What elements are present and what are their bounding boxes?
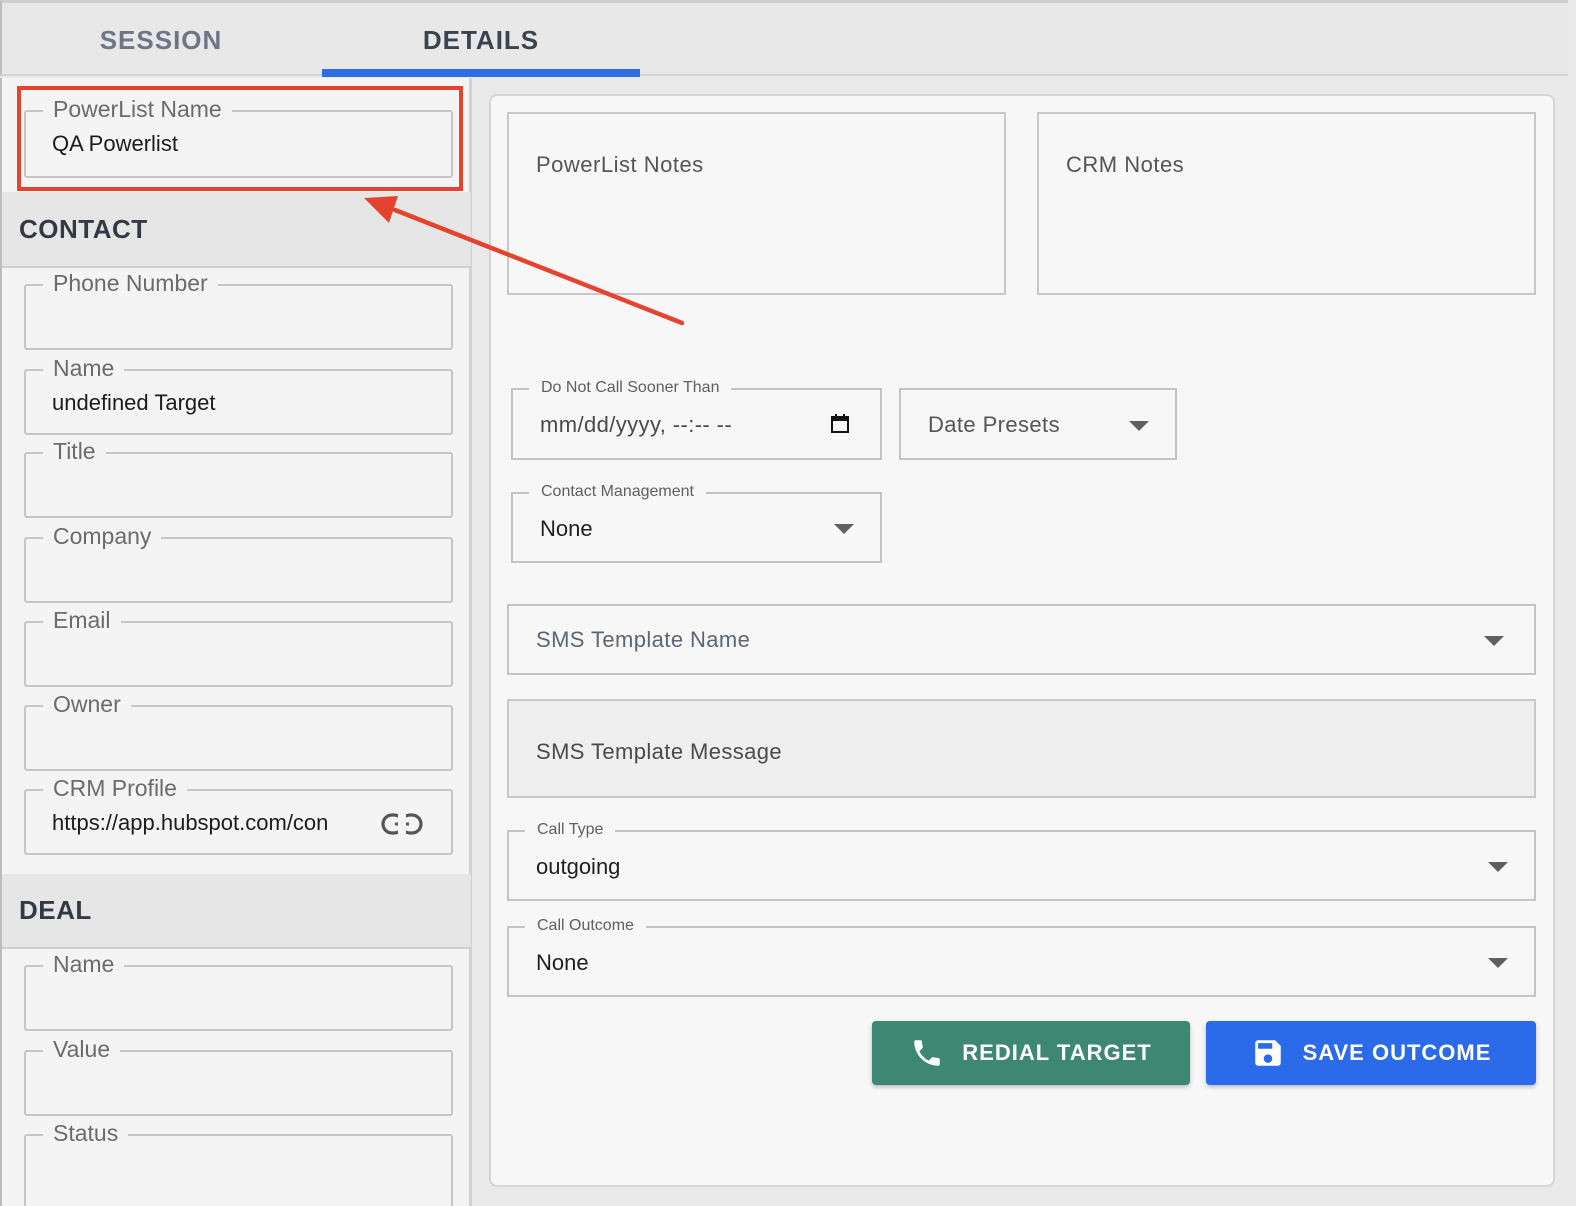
company-field[interactable]: Company	[24, 521, 453, 603]
company-label: Company	[43, 521, 162, 551]
owner-label: Owner	[43, 689, 131, 719]
contact-title-field[interactable]: Title	[24, 436, 453, 518]
call-type-label: Call Type	[525, 819, 616, 841]
contact-management-select[interactable]: Contact Management None	[511, 481, 882, 563]
sms-template-message-field[interactable]: SMS Template Message	[507, 699, 1536, 798]
save-outcome-button[interactable]: SAVE OUTCOME	[1206, 1021, 1536, 1085]
call-outcome-value: None	[536, 950, 589, 975]
email-label: Email	[43, 605, 121, 635]
powerlist-name-value: QA Powerlist	[52, 131, 178, 156]
chevron-down-icon	[1484, 636, 1504, 646]
call-outcome-select[interactable]: Call Outcome None	[507, 915, 1536, 997]
call-outcome-label: Call Outcome	[525, 915, 646, 937]
save-outcome-label: SAVE OUTCOME	[1302, 1040, 1492, 1065]
deal-status-field[interactable]: Status	[24, 1118, 453, 1206]
deal-value-label: Value	[43, 1034, 121, 1064]
deal-section-title: DEAL	[2, 874, 471, 949]
floppy-disk-icon	[1254, 1040, 1281, 1066]
crm-profile-field[interactable]: CRM Profile https://app.hubspot.com/con	[24, 773, 453, 855]
do-not-call-label: Do Not Call Sooner Than	[529, 377, 732, 399]
contact-name-label: Name	[43, 353, 125, 383]
crm-notes-textarea[interactable]: CRM Notes	[1037, 112, 1536, 295]
contact-title-label: Title	[43, 436, 106, 466]
contact-section-title: CONTACT	[2, 192, 471, 268]
phone-icon	[914, 1040, 941, 1066]
redial-target-label: REDIAL TARGET	[962, 1040, 1152, 1065]
left-panel: PowerList Name QA Powerlist CONTACT Phon…	[0, 78, 472, 1206]
crm-notes-placeholder: CRM Notes	[1066, 152, 1185, 177]
tab-details[interactable]: DETAILS	[322, 3, 640, 77]
call-type-select[interactable]: Call Type outgoing	[507, 819, 1536, 901]
sms-template-message-placeholder: SMS Template Message	[536, 739, 783, 764]
crm-profile-value: https://app.hubspot.com/con	[52, 810, 329, 835]
crm-profile-label: CRM Profile	[43, 773, 187, 803]
do-not-call-datetime-input[interactable]: Do Not Call Sooner Than mm/dd/yyyy, --:-…	[511, 377, 882, 460]
active-tab-indicator	[322, 69, 640, 77]
do-not-call-placeholder: mm/dd/yyyy, --:-- --	[540, 412, 733, 437]
chevron-down-icon	[1488, 958, 1508, 968]
deal-value-field[interactable]: Value	[24, 1034, 453, 1116]
deal-status-label: Status	[43, 1118, 129, 1148]
powerlist-notes-placeholder: PowerList Notes	[536, 152, 704, 177]
deal-name-label: Name	[43, 949, 125, 979]
chevron-down-icon	[1129, 421, 1149, 431]
phone-number-label: Phone Number	[43, 268, 218, 298]
email-field[interactable]: Email	[24, 605, 453, 687]
sms-template-name-placeholder: SMS Template Name	[536, 627, 751, 652]
date-presets-select[interactable]: Date Presets	[899, 388, 1177, 460]
sms-template-name-select[interactable]: SMS Template Name	[507, 604, 1536, 675]
link-icon[interactable]	[381, 811, 423, 837]
contact-management-label: Contact Management	[529, 481, 706, 503]
call-type-value: outgoing	[536, 854, 621, 879]
chevron-down-icon	[834, 524, 854, 534]
powerlist-name-field[interactable]: PowerList Name QA Powerlist	[24, 94, 453, 178]
phone-number-field[interactable]: Phone Number	[24, 268, 453, 350]
deal-name-field[interactable]: Name	[24, 949, 453, 1031]
owner-field[interactable]: Owner	[24, 689, 453, 771]
tab-bar: SESSION DETAILS	[0, 0, 1568, 77]
chevron-down-icon	[1488, 862, 1508, 872]
calendar-icon[interactable]	[830, 414, 850, 434]
powerlist-notes-textarea[interactable]: PowerList Notes	[507, 112, 1006, 295]
contact-management-value: None	[540, 516, 593, 541]
contact-name-field[interactable]: Name undefined Target	[24, 353, 453, 435]
powerlist-name-label: PowerList Name	[43, 94, 232, 124]
date-presets-placeholder: Date Presets	[928, 412, 1060, 437]
redial-target-button[interactable]: REDIAL TARGET	[872, 1021, 1190, 1085]
tab-session[interactable]: SESSION	[2, 3, 320, 77]
contact-name-value: undefined Target	[52, 390, 216, 415]
